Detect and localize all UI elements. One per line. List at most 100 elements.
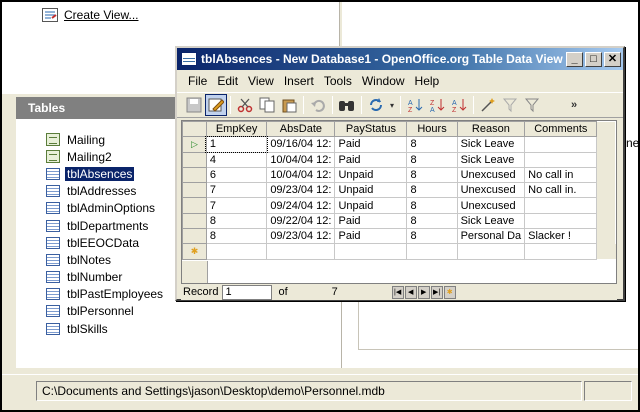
table-row[interactable]: 8 09/23/04 12: Paid 8 Personal Da Slacker ! (182, 228, 616, 245)
autofilter-icon[interactable] (477, 94, 499, 116)
copy-icon[interactable] (256, 94, 278, 116)
grid-cell[interactable]: Paid (334, 228, 408, 245)
grid-cell[interactable] (406, 243, 458, 260)
menu-window[interactable]: Window (357, 74, 410, 88)
column-header[interactable]: AbsDate (266, 121, 336, 138)
table-row[interactable]: 4 10/04/04 12: Paid 8 Sick Leave (182, 151, 616, 168)
menu-insert[interactable]: Insert (279, 74, 319, 88)
chevron-down-icon[interactable]: ▾ (387, 94, 397, 116)
table-list-item[interactable]: tblPersonnel (46, 303, 165, 320)
menu-tools[interactable]: Tools (319, 74, 357, 88)
column-header[interactable]: EmpKey (205, 121, 268, 138)
grid-cell[interactable]: 7 (205, 197, 268, 214)
first-record-icon[interactable]: |◀ (391, 285, 404, 299)
minimize-button[interactable]: _ (566, 51, 583, 67)
table-list-item[interactable]: tblDepartments (46, 217, 165, 234)
table-list-item[interactable]: tblAddresses (46, 183, 165, 200)
table-row[interactable]: 7 09/23/04 12: Unpaid 8 Unexcused No call in. (182, 182, 616, 199)
refresh-icon[interactable] (365, 94, 387, 116)
grid-cell[interactable]: 09/22/04 12: (266, 212, 336, 230)
row-header[interactable] (182, 151, 207, 168)
table-list-item[interactable]: tblAbsences (46, 165, 165, 182)
edit-icon[interactable] (205, 94, 227, 116)
grid-cell[interactable]: Unpaid (334, 166, 408, 184)
find-icon[interactable] (336, 94, 358, 116)
grid-cell[interactable]: 09/16/04 12: (266, 136, 336, 153)
grid-corner[interactable] (182, 121, 207, 138)
grid-cell[interactable]: 10/04/04 12: (266, 151, 336, 168)
table-list-item[interactable]: tblSkills (46, 320, 165, 337)
grid-cell[interactable] (524, 243, 598, 260)
save-icon[interactable] (183, 94, 205, 116)
grid-cell[interactable]: 8 (406, 212, 458, 230)
row-header[interactable] (182, 228, 207, 245)
grid-cell[interactable]: Unexcused (456, 182, 526, 199)
table-list-item[interactable]: tblPastEmployees (46, 286, 165, 303)
table-data-view-window[interactable]: tblAbsences - New Database1 - OpenOffice… (175, 46, 625, 301)
column-header[interactable]: Reason (456, 121, 526, 138)
remove-filter-icon[interactable] (521, 94, 543, 116)
grid-cell[interactable]: 1 (205, 135, 268, 154)
table-row[interactable]: 7 09/24/04 12: Unpaid 8 Unexcused (182, 197, 616, 214)
row-header[interactable] (182, 197, 207, 214)
column-header[interactable]: Hours (406, 121, 458, 138)
grid-cell[interactable]: 8 (406, 197, 458, 214)
column-header[interactable]: PayStatus (334, 121, 408, 138)
grid-cell[interactable] (524, 136, 598, 153)
grid-cell[interactable]: 8 (406, 182, 458, 199)
grid-cell[interactable]: Slacker ! (524, 228, 598, 245)
grid-cell[interactable]: Paid (334, 136, 408, 153)
grid-cell[interactable]: 8 (406, 228, 458, 245)
maximize-button[interactable]: □ (585, 51, 602, 67)
standard-filter-icon[interactable] (499, 94, 521, 116)
grid-cell[interactable]: Unpaid (334, 182, 408, 199)
grid-cell[interactable]: 8 (406, 166, 458, 184)
grid-cell[interactable]: Unexcused (456, 166, 526, 184)
grid-cell[interactable]: 6 (205, 166, 268, 184)
grid-cell[interactable]: Paid (334, 212, 408, 230)
grid-cell[interactable]: Unexcused (456, 197, 526, 214)
record-number-input[interactable]: 1 (222, 284, 273, 300)
paste-icon[interactable] (278, 94, 300, 116)
menu-help[interactable]: Help (410, 74, 445, 88)
table-list-item[interactable]: tblEEOCData (46, 234, 165, 251)
create-view-link[interactable]: Create View... (42, 8, 138, 22)
grid-cell[interactable]: Sick Leave (456, 136, 526, 153)
prev-record-icon[interactable]: ◀ (404, 285, 417, 299)
current-row-indicator-icon[interactable]: ▷ (182, 136, 207, 153)
table-list-item[interactable]: Mailing (46, 131, 165, 148)
grid-cell[interactable]: 8 (205, 212, 268, 230)
close-button[interactable]: ✕ (604, 51, 621, 67)
row-header[interactable] (182, 166, 207, 184)
grid-cell[interactable]: 8 (205, 228, 268, 245)
table-list-item[interactable]: Mailing2 (46, 148, 165, 165)
column-header[interactable]: Comments (524, 121, 598, 138)
grid-cell[interactable] (524, 212, 598, 230)
last-record-icon[interactable]: ▶| (430, 285, 443, 299)
table-row[interactable]: 6 10/04/04 12: Unpaid 8 Unexcused No call in (182, 166, 616, 184)
grid-cell[interactable]: 09/23/04 12: (266, 182, 336, 199)
grid-cell[interactable]: Sick Leave (456, 151, 526, 168)
new-record-icon[interactable]: ✱ (443, 285, 456, 299)
grid-cell[interactable]: Sick Leave (456, 212, 526, 230)
table-row[interactable]: 8 09/22/04 12: Paid 8 Sick Leave (182, 212, 616, 230)
grid-cell[interactable]: Personal Da (456, 228, 526, 245)
table-row[interactable]: ▷ 1 09/16/04 12: Paid 8 Sick Leave (182, 135, 616, 154)
grid-cell[interactable] (266, 243, 336, 260)
grid-cell[interactable]: 7 (205, 182, 268, 199)
grid-cell[interactable] (334, 243, 408, 260)
grid-cell[interactable]: No call in. (524, 182, 598, 199)
table-list-item[interactable]: tblNotes (46, 251, 165, 268)
grid-cell[interactable]: 09/23/04 12: (266, 228, 336, 245)
grid-cell[interactable]: 10/04/04 12: (266, 166, 336, 184)
grid-cell[interactable] (205, 243, 268, 260)
menu-edit[interactable]: Edit (212, 74, 243, 88)
menu-view[interactable]: View (243, 74, 279, 88)
table-list-item[interactable]: tblAdminOptions (46, 200, 165, 217)
grid-cell[interactable]: 4 (205, 151, 268, 168)
undo-icon[interactable] (307, 94, 329, 116)
cut-icon[interactable] (234, 94, 256, 116)
grid-cell[interactable]: No call in (524, 166, 598, 184)
menu-file[interactable]: File (183, 74, 212, 88)
sort-icon[interactable]: AZ (448, 94, 470, 116)
